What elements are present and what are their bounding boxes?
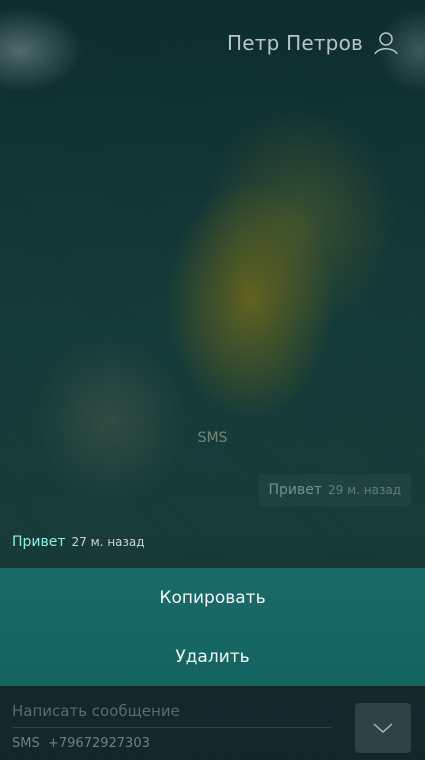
message-time: 27 м. назад bbox=[71, 535, 145, 549]
recipient-phone: +79672927303 bbox=[48, 736, 150, 751]
input-underline bbox=[12, 727, 332, 728]
send-channel: SMS bbox=[12, 736, 40, 751]
chevron-down-icon bbox=[373, 723, 393, 734]
expand-button[interactable] bbox=[355, 703, 411, 753]
message-time: 29 м. назад bbox=[328, 483, 401, 497]
person-icon[interactable] bbox=[373, 30, 399, 56]
copy-button[interactable]: Копировать bbox=[0, 568, 425, 627]
message-context-menu: Копировать Удалить bbox=[0, 568, 425, 686]
delete-button[interactable]: Удалить bbox=[0, 627, 425, 686]
message-text: Привет bbox=[268, 482, 322, 498]
contact-name[interactable]: Петр Петров bbox=[227, 31, 363, 55]
conversation-header: Петр Петров bbox=[227, 30, 399, 56]
message-input[interactable] bbox=[12, 702, 332, 720]
message-text: Привет bbox=[12, 534, 66, 550]
channel-label: SMS bbox=[197, 430, 228, 446]
message-outgoing[interactable]: Привет 29 м. назад bbox=[258, 474, 411, 506]
message-incoming[interactable]: Привет 27 м. назад bbox=[12, 534, 145, 550]
send-channel-info[interactable]: SMS +79672927303 bbox=[12, 736, 150, 751]
message-composer: SMS +79672927303 bbox=[0, 686, 425, 760]
